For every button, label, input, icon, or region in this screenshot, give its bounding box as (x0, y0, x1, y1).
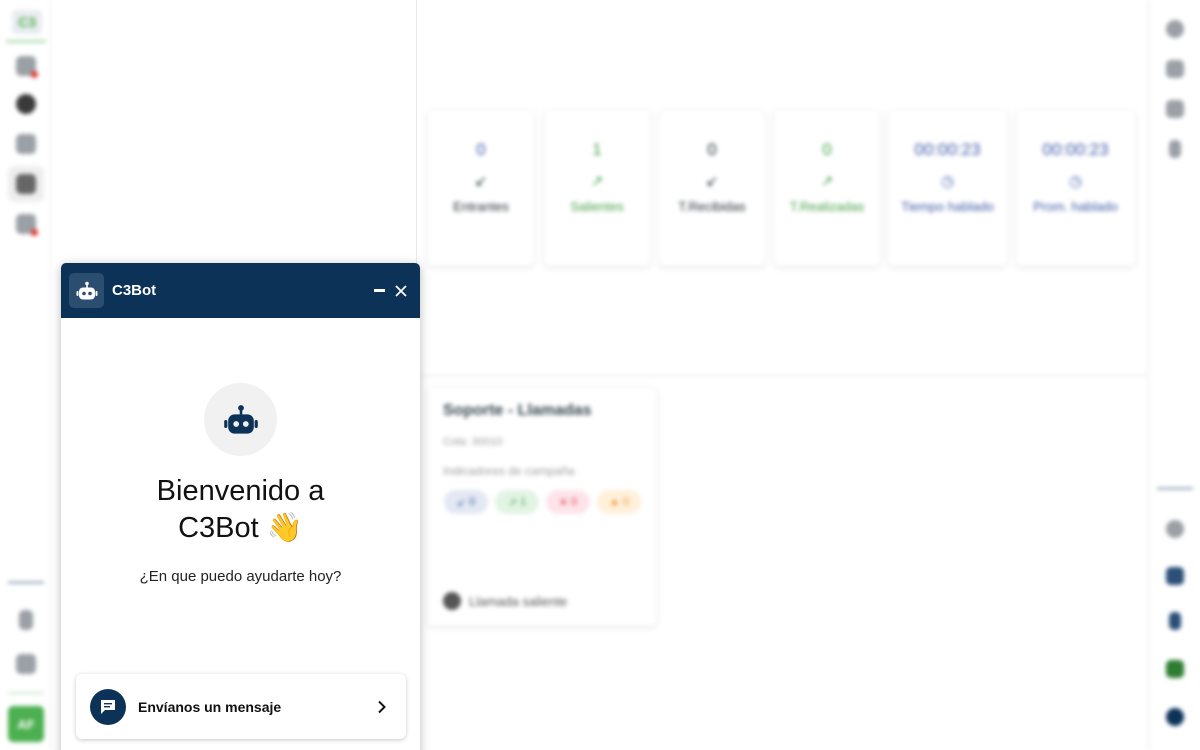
chat-widget: C3Bot Bienvenido a C3Bot 👋 ¿En que puedo… (61, 263, 420, 750)
chat-bubble-icon (90, 688, 126, 725)
dashboard-content: 0 ↙ Entrantes 1 ↗ Salientes 0 ↙ T.Recibi… (418, 0, 1148, 750)
abandoned-chip: ▲ 0 (597, 490, 641, 514)
email-icon[interactable] (1166, 567, 1184, 585)
bot-icon (69, 273, 104, 308)
robot-icon (223, 404, 258, 434)
calendar-alert-icon[interactable] (16, 214, 38, 236)
send-message-button[interactable]: Envíanos un mensaje (76, 674, 406, 739)
stat-label: T.Realizadas (789, 199, 865, 214)
chip-value: 0 (469, 496, 476, 508)
file-icon[interactable] (19, 610, 33, 630)
welcome-bot-name: C3Bot (178, 512, 259, 544)
chip-value: 0 (571, 496, 578, 508)
chat-header: C3Bot (61, 263, 420, 318)
minimize-button[interactable] (368, 280, 390, 302)
phone-settings-icon[interactable] (16, 56, 38, 78)
mobile-icon[interactable] (1169, 612, 1181, 630)
welcome-line2: C3Bot 👋 (61, 510, 420, 547)
right-sidebar (1148, 0, 1200, 750)
campaign-footer-label: Llamada saliente (469, 593, 568, 609)
app-root: C3 AF 0 ↙ Entrantes 1 ↗ Salientes 0 ↙ T.… (0, 0, 1200, 750)
help-icon[interactable] (1166, 708, 1184, 726)
stat-card-tiempo-hablado: 00:00:23 ◷ Tiempo hablado (888, 110, 1007, 266)
chat-subtitle: ¿En que puedo ayudarte hoy? (139, 568, 342, 585)
stat-value: 0 (822, 140, 832, 159)
left-sidebar: C3 AF (0, 0, 52, 750)
circle-icon[interactable] (16, 94, 36, 114)
stat-card-realizadas: 0 ↗ T.Realizadas (774, 110, 880, 266)
section-divider (418, 375, 1148, 376)
message-icon (101, 699, 115, 714)
notification-dot (31, 229, 38, 236)
incoming-arrow-icon: ↙ (474, 173, 488, 190)
folder-icon[interactable] (1166, 60, 1184, 78)
stat-label: Prom. hablado (1033, 199, 1118, 214)
stat-value: 0 (707, 140, 717, 159)
chat-title: C3Bot (112, 282, 157, 299)
campaign-card[interactable]: Soporte - Llamadas Cola: 30010 Indicador… (428, 388, 657, 626)
user-avatar[interactable]: AF (8, 706, 44, 742)
campaign-indicators-label: Indicadores de campaña (443, 464, 575, 478)
stat-value: 0 (476, 140, 486, 159)
campaign-title: Soporte - Llamadas (443, 402, 592, 419)
chat-body: Bienvenido a C3Bot 👋 ¿En que puedo ayuda… (61, 318, 420, 750)
stat-label: Entrantes (453, 199, 509, 214)
clock-icon: ◷ (1068, 173, 1083, 190)
chip-value: 1 (520, 496, 527, 508)
stat-card-recibidas: 0 ↙ T.Recibidas (659, 110, 765, 266)
call-type-icon (443, 592, 461, 610)
minimize-icon (373, 289, 385, 292)
stat-label: T.Recibidas (678, 199, 746, 214)
bot-avatar (204, 383, 277, 456)
rail-divider (8, 582, 44, 583)
stat-value: 00:00:23 (914, 140, 981, 159)
stat-card-prom-hablado: 00:00:23 ◷ Prom. hablado (1016, 110, 1135, 266)
stat-label: Tiempo hablado (901, 199, 994, 214)
stat-label: Salientes (570, 199, 624, 214)
stat-value: 1 (592, 140, 602, 159)
pin-icon[interactable] (1169, 140, 1181, 158)
logo-underline (6, 40, 46, 43)
outgoing-arrow-icon: ↗ (820, 173, 834, 190)
settings-icon[interactable] (1166, 20, 1184, 38)
welcome-line1: Bienvenido a (156, 475, 325, 507)
campaign-queue: Cola: 30010 (443, 436, 503, 448)
incoming-arrow-icon: ↙ (705, 173, 719, 190)
welcome-heading: Bienvenido a C3Bot 👋 (61, 473, 420, 547)
rail-divider-green (8, 692, 44, 694)
missed-call-icon: ✕ (558, 496, 572, 509)
chevron-right-icon (372, 697, 392, 717)
info-icon[interactable] (1166, 520, 1184, 538)
stat-card-salientes: 1 ↗ Salientes (544, 110, 650, 266)
phone-icon[interactable] (16, 174, 36, 194)
calendar-icon[interactable] (16, 654, 36, 674)
incoming-arrow-icon: ↙ (456, 496, 470, 509)
stat-card-entrantes: 0 ↙ Entrantes (428, 110, 534, 266)
robot-icon (76, 281, 97, 299)
close-icon (395, 284, 407, 297)
outgoing-chip: ↗ 1 (495, 490, 539, 514)
close-button[interactable] (390, 280, 412, 302)
outgoing-arrow-icon: ↗ (507, 496, 521, 509)
app-logo: C3 (12, 10, 42, 34)
missed-chip: ✕ 0 (546, 490, 590, 514)
clock-icon: ◷ (940, 173, 955, 190)
outgoing-arrow-icon: ↗ (590, 173, 604, 190)
send-message-label: Envíanos un mensaje (138, 698, 282, 715)
whatsapp-icon[interactable] (1166, 660, 1184, 678)
document-icon[interactable] (1166, 100, 1184, 118)
grid-icon[interactable] (16, 134, 36, 154)
waving-hand-icon: 👋 (266, 512, 303, 544)
abandoned-call-icon: ▲ (608, 496, 623, 508)
incoming-chip: ↙ 0 (444, 490, 488, 514)
campaign-chips: ↙ 0 ↗ 1 ✕ 0 ▲ 0 (443, 490, 642, 514)
campaign-footer: Llamada saliente (443, 592, 567, 610)
rail-divider (1157, 488, 1193, 489)
stat-value: 00:00:23 (1042, 140, 1109, 159)
chip-value: 0 (622, 496, 630, 508)
notification-dot (31, 71, 38, 78)
